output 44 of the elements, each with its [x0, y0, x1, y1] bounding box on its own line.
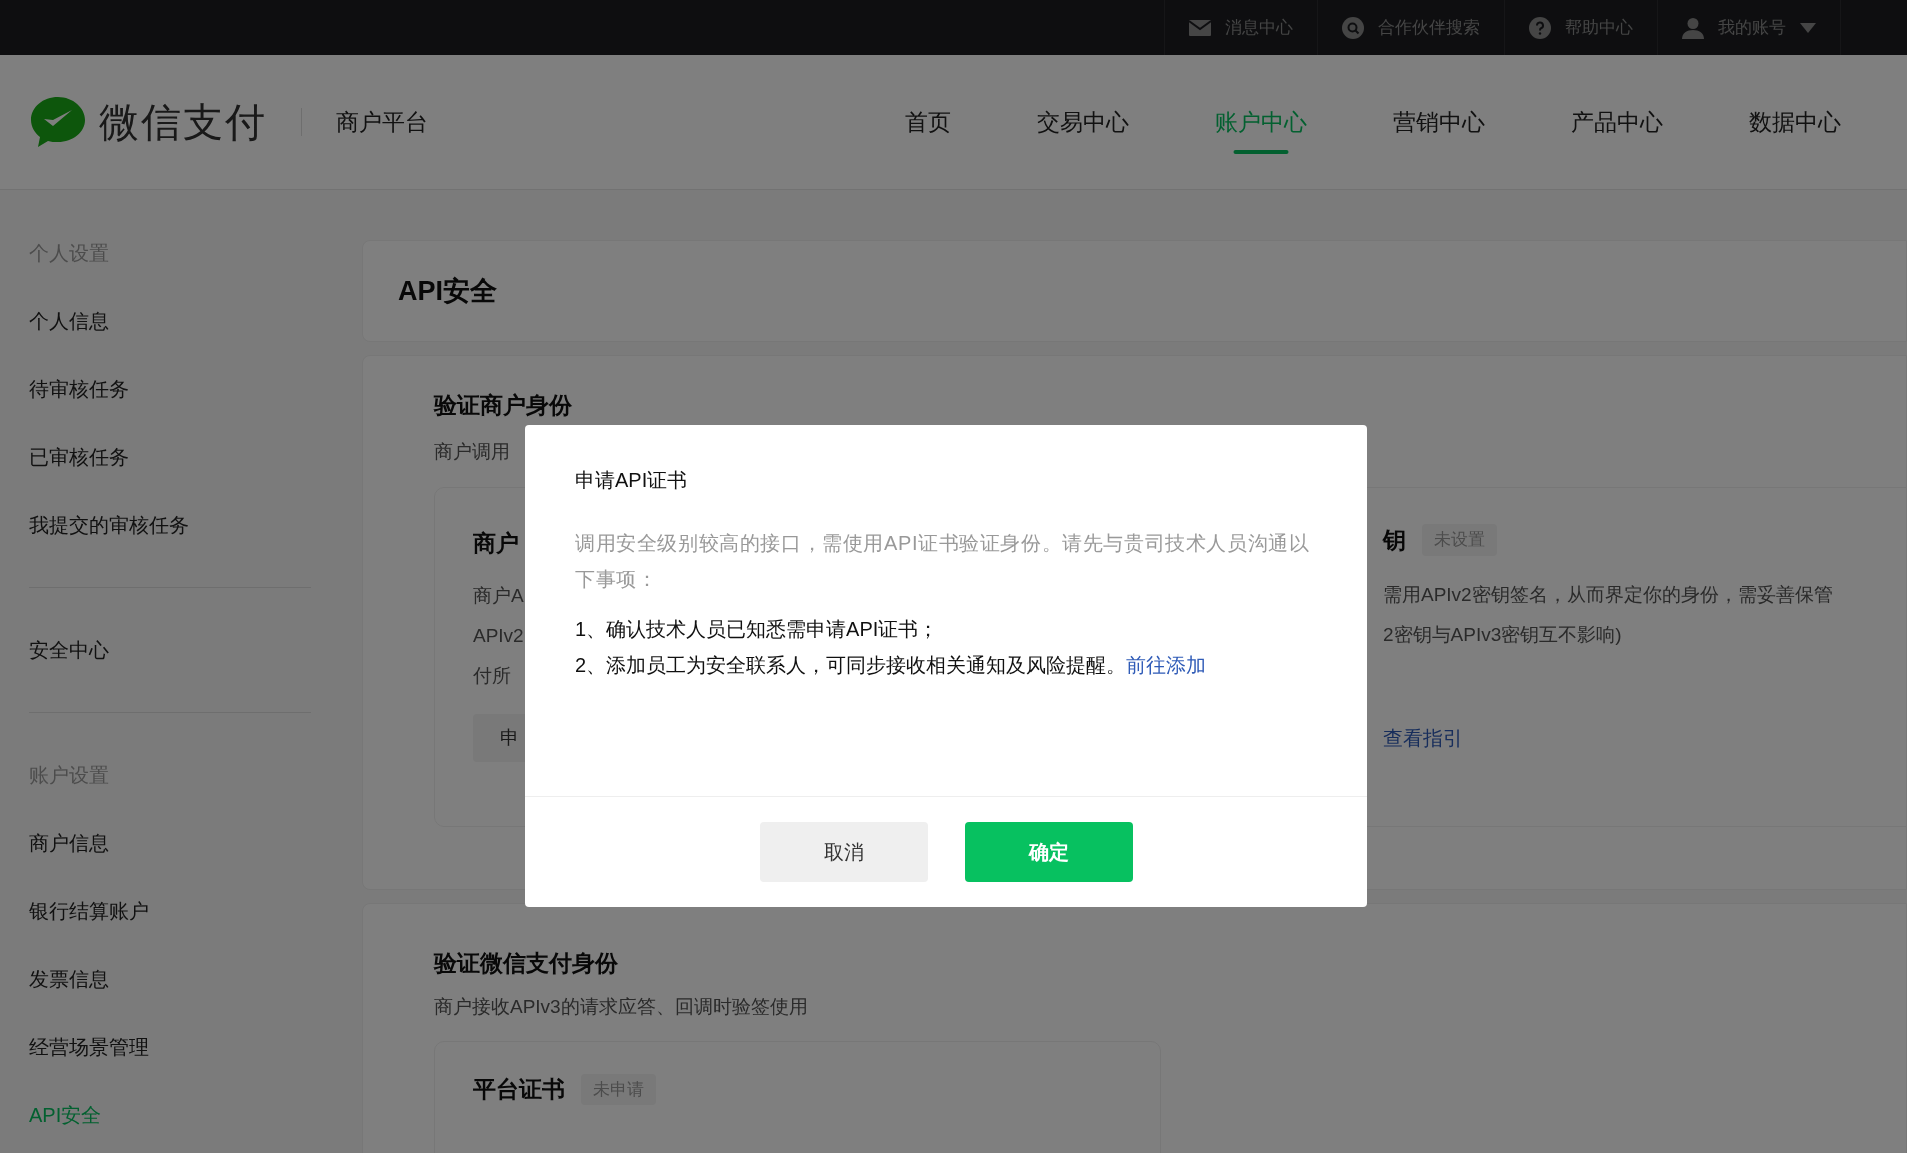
- user-icon: [1682, 16, 1704, 39]
- card-description: APIv2: [473, 624, 524, 648]
- section-title: 验证商户身份: [434, 391, 572, 420]
- nav-tab[interactable]: 首页: [905, 55, 951, 189]
- dialog-title: 申请API证书: [575, 468, 689, 493]
- page-title: API安全: [398, 274, 497, 308]
- card-title: 平台证书: [473, 1075, 565, 1104]
- card-description: 商户A: [473, 584, 524, 608]
- dialog-intro: 调用安全级别较高的接口，需使用API证书验证身份。请先与贵司技术人员沟通以下事项：: [575, 531, 1311, 592]
- sidebar-item[interactable]: 已审核任务: [29, 423, 342, 491]
- nav-tab[interactable]: 交易中心: [1037, 55, 1129, 189]
- caret-icon: [1800, 22, 1816, 33]
- card-title: 商户: [473, 528, 519, 558]
- section-subtitle: 商户接收APIv3的请求应答、回调时验签使用: [434, 994, 808, 1019]
- nav-tab[interactable]: 数据中心: [1749, 55, 1841, 189]
- sidebar-item[interactable]: 个人信息: [29, 287, 342, 355]
- sidebar-item[interactable]: 商户信息: [29, 809, 342, 877]
- cancel-button[interactable]: 取消: [759, 822, 928, 882]
- sidebar-item[interactable]: 安全中心: [29, 616, 342, 684]
- sidebar-item[interactable]: 待审核任务: [29, 355, 342, 423]
- logo-text: 微信支付: [99, 99, 267, 146]
- card-description: 2密钥与APIv3密钥互不影响): [1383, 623, 1622, 647]
- sidebar-item[interactable]: 经营场景管理: [29, 1013, 342, 1081]
- sidebar-item[interactable]: 银行结算账户: [29, 877, 342, 945]
- sidebar-item[interactable]: 我提交的审核任务: [29, 491, 342, 559]
- card-description: 需用APIv2密钥签名，从而界定你的身份，需妥善保管: [1383, 583, 1833, 607]
- dialog-list-item: 2、添加员工为安全联系人，可同步接收相关通知及风险提醒。前往添加: [575, 653, 1208, 678]
- platform-name: 商户平台: [336, 107, 428, 137]
- logo-icon: [29, 95, 87, 149]
- dialog-list-item: 1、确认技术人员已知悉需申请API证书；: [575, 617, 940, 642]
- card-title: 钥: [1383, 525, 1406, 555]
- help-icon: [1529, 16, 1551, 39]
- search-icon: [1342, 16, 1364, 39]
- section-subtitle: 商户调用: [434, 440, 510, 464]
- nav-tab[interactable]: 营销中心: [1393, 55, 1485, 189]
- section-title: 验证微信支付身份: [434, 949, 618, 978]
- add-contact-link[interactable]: 前往添加: [1126, 654, 1207, 676]
- confirm-button[interactable]: 确定: [964, 822, 1133, 882]
- envelope-icon: [1189, 19, 1211, 36]
- sidebar-item[interactable]: 发票信息: [29, 945, 342, 1013]
- guide-link[interactable]: 查看指引: [1383, 723, 1463, 753]
- tab-underline: [1233, 150, 1289, 154]
- card-description: 付所: [473, 664, 511, 688]
- nav-tab[interactable]: 产品中心: [1571, 55, 1663, 189]
